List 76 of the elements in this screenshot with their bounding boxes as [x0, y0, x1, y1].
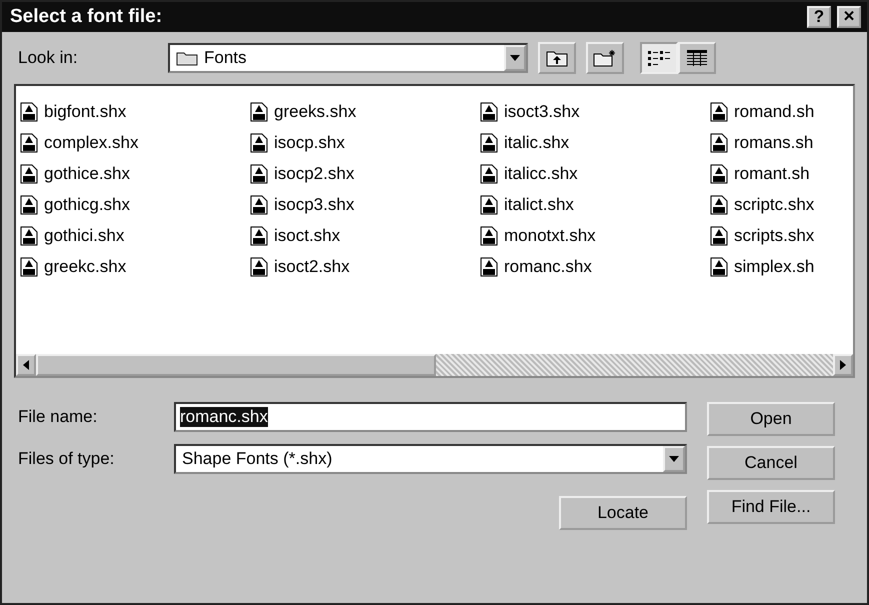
font-file-icon — [480, 226, 498, 246]
scroll-thumb[interactable] — [36, 354, 436, 376]
font-file-icon — [480, 132, 498, 152]
locate-button[interactable]: Locate — [559, 496, 687, 530]
look-in-label: Look in: — [18, 48, 79, 68]
file-item[interactable]: scriptc.shx — [710, 189, 853, 220]
font-file-icon — [20, 226, 38, 246]
file-item[interactable]: romant.sh — [710, 158, 853, 189]
file-item[interactable]: italic.shx — [480, 127, 710, 158]
font-file-icon — [20, 132, 38, 152]
help-button[interactable]: ? — [807, 6, 831, 28]
font-file-icon — [250, 256, 268, 276]
file-item[interactable]: complex.shx — [20, 127, 250, 158]
file-item[interactable]: gothici.shx — [20, 220, 250, 251]
font-file-icon — [710, 102, 728, 122]
file-item[interactable]: greeks.shx — [250, 96, 480, 127]
file-item[interactable]: gothicg.shx — [20, 189, 250, 220]
file-item[interactable]: isocp3.shx — [250, 189, 480, 220]
cancel-button[interactable]: Cancel — [707, 446, 835, 480]
file-item[interactable]: simplex.sh — [710, 251, 853, 282]
look-in-dropdown[interactable]: Fonts — [168, 43, 528, 73]
dropdown-arrow-icon — [669, 456, 679, 462]
file-item[interactable]: isoct.shx — [250, 220, 480, 251]
font-file-icon — [250, 226, 268, 246]
dropdown-arrow-icon — [510, 55, 520, 61]
font-file-icon — [710, 194, 728, 214]
font-file-icon — [710, 132, 728, 152]
file-name-field[interactable]: romanc.shx — [174, 402, 687, 432]
close-button[interactable]: × — [837, 6, 861, 28]
file-item[interactable]: isocp2.shx — [250, 158, 480, 189]
file-name-label: File name: — [18, 407, 98, 427]
font-file-icon — [250, 164, 268, 184]
file-item[interactable]: isoct3.shx — [480, 96, 710, 127]
list-view-button[interactable] — [640, 42, 678, 74]
font-file-icon — [250, 132, 268, 152]
list-view-icon — [647, 49, 671, 67]
file-item[interactable]: greekc.shx — [20, 251, 250, 282]
open-button[interactable]: Open — [707, 402, 835, 436]
new-folder-icon — [593, 49, 617, 67]
details-view-button[interactable] — [678, 42, 716, 74]
up-folder-button[interactable] — [538, 42, 576, 74]
file-item[interactable]: romand.sh — [710, 96, 853, 127]
file-item[interactable]: bigfont.shx — [20, 96, 250, 127]
font-file-icon — [20, 102, 38, 122]
folder-icon — [176, 50, 198, 66]
file-item[interactable]: romanc.shx — [480, 251, 710, 282]
font-file-icon — [20, 164, 38, 184]
window-title: Select a font file: — [10, 6, 162, 28]
file-item[interactable]: romans.sh — [710, 127, 853, 158]
file-item[interactable]: italict.shx — [480, 189, 710, 220]
font-file-icon — [710, 164, 728, 184]
horizontal-scrollbar[interactable] — [16, 354, 853, 376]
file-type-label: Files of type: — [18, 449, 116, 469]
scroll-right-icon — [840, 360, 846, 370]
new-folder-button[interactable] — [586, 42, 624, 74]
details-view-icon — [686, 49, 708, 67]
up-folder-icon — [546, 49, 568, 67]
file-item[interactable]: gothice.shx — [20, 158, 250, 189]
file-item[interactable]: isocp.shx — [250, 127, 480, 158]
font-file-icon — [480, 102, 498, 122]
file-item[interactable]: scripts.shx — [710, 220, 853, 251]
file-item[interactable]: italicc.shx — [480, 158, 710, 189]
font-file-icon — [250, 194, 268, 214]
file-type-dropdown[interactable]: Shape Fonts (*.shx) — [174, 444, 687, 474]
font-file-icon — [20, 194, 38, 214]
font-file-icon — [710, 256, 728, 276]
font-file-icon — [480, 164, 498, 184]
find-file-button[interactable]: Find File... — [707, 490, 835, 524]
file-item[interactable]: monotxt.shx — [480, 220, 710, 251]
font-file-icon — [480, 194, 498, 214]
scroll-left-icon — [23, 360, 29, 370]
font-file-icon — [20, 256, 38, 276]
font-file-icon — [710, 226, 728, 246]
file-item[interactable]: isoct2.shx — [250, 251, 480, 282]
font-file-icon — [250, 102, 268, 122]
font-file-icon — [480, 256, 498, 276]
